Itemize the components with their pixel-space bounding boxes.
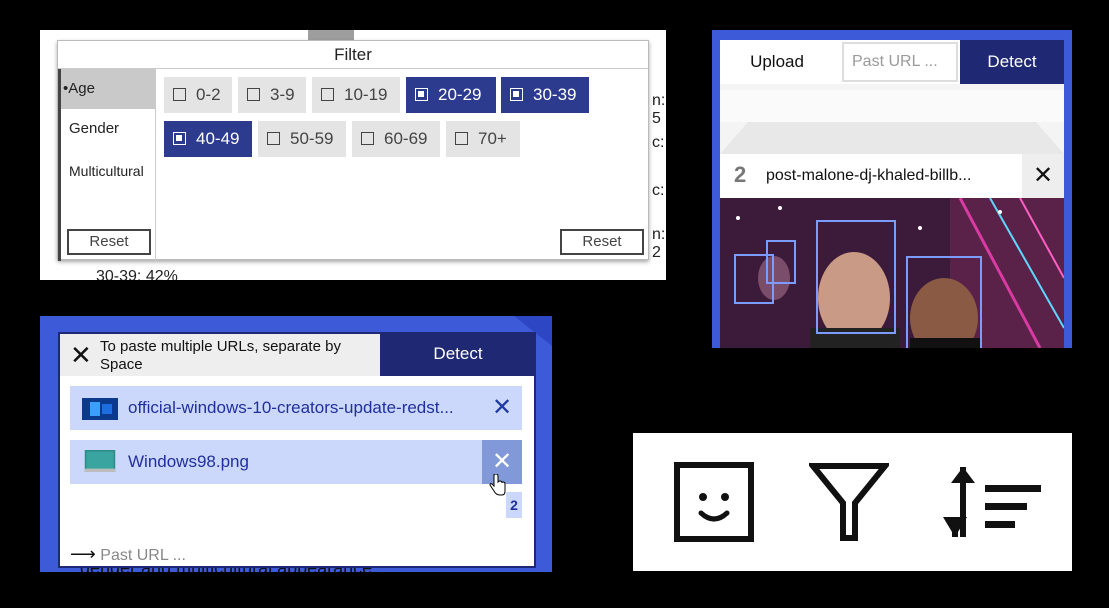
file-name: post-malone-dj-khaled-billb... bbox=[766, 167, 972, 184]
list-item: official-windows-10-creators-update-reds… bbox=[70, 386, 522, 430]
paste-url-card: ✕ To paste multiple URLs, separate by Sp… bbox=[58, 332, 536, 568]
filter-title: Filter bbox=[58, 41, 648, 69]
filter-sidebar: •Age Gender Multicultural Reset bbox=[58, 69, 156, 261]
checkbox-icon bbox=[321, 88, 334, 101]
paste-header: ✕ To paste multiple URLs, separate by Sp… bbox=[60, 334, 380, 376]
age-option-60-69[interactable]: 60-69 bbox=[352, 121, 440, 157]
filter-tab-handle[interactable] bbox=[308, 30, 354, 40]
background-text: n: 2 bbox=[652, 226, 666, 261]
paste-hint: To paste multiple URLs, separate by Spac… bbox=[100, 338, 341, 373]
tray-shape bbox=[720, 122, 1064, 154]
checkbox-icon bbox=[247, 88, 260, 101]
checkbox-checked-icon bbox=[415, 88, 428, 101]
paste-placeholder: Past URL ... bbox=[100, 547, 186, 564]
close-icon[interactable]: ✕ bbox=[1022, 154, 1064, 198]
checkbox-icon bbox=[361, 132, 374, 145]
upload-toolbar: Upload Past URL ... Detect bbox=[720, 40, 1064, 84]
sort-icon[interactable] bbox=[939, 461, 1043, 543]
upload-button[interactable]: Upload bbox=[720, 40, 834, 84]
face-icon[interactable] bbox=[673, 461, 755, 543]
detect-button[interactable]: Detect bbox=[380, 334, 536, 376]
windows98-thumbnail-icon bbox=[84, 450, 116, 472]
arrow-right-icon: ⟶ bbox=[70, 544, 96, 564]
age-option-50-59[interactable]: 50-59 bbox=[258, 121, 346, 157]
checkbox-checked-icon bbox=[173, 132, 186, 145]
upload-panel-screenshot: Upload Past URL ... Detect 2 post-malone… bbox=[712, 30, 1072, 348]
filter-dialog: Filter •Age Gender Multicultural Reset 0… bbox=[57, 40, 649, 261]
paste-panel-screenshot: gender and multicultural appearance ✕ To… bbox=[40, 316, 552, 572]
file-name: official-windows-10-creators-update-reds… bbox=[128, 398, 454, 417]
filter-icon[interactable] bbox=[809, 461, 889, 543]
face-box[interactable] bbox=[766, 240, 796, 284]
age-option-0-2[interactable]: 0-2 bbox=[164, 77, 232, 113]
icons-panel bbox=[633, 433, 1072, 571]
hand-cursor-icon bbox=[489, 474, 506, 496]
checkbox-icon bbox=[267, 132, 280, 145]
remove-icon[interactable]: ✕ bbox=[482, 386, 522, 430]
background-text: c: bbox=[652, 134, 665, 151]
file-header: 2 post-malone-dj-khaled-billb... ✕ bbox=[720, 154, 1064, 198]
age-option-40-49[interactable]: 40-49 bbox=[164, 121, 252, 157]
paste-url-input[interactable]: ⟶ Past URL ... bbox=[70, 544, 186, 565]
sidebar-item-multicultural[interactable]: Multicultural bbox=[61, 153, 156, 189]
age-option-20-29[interactable]: 20-29 bbox=[406, 77, 496, 113]
detection-photo bbox=[720, 198, 1064, 348]
close-icon[interactable]: ✕ bbox=[70, 340, 92, 371]
sidebar-item-gender[interactable]: Gender bbox=[61, 111, 156, 147]
age-option-3-9[interactable]: 3-9 bbox=[238, 77, 306, 113]
windows10-thumbnail-icon bbox=[82, 398, 118, 420]
detect-button[interactable]: Detect bbox=[960, 40, 1064, 84]
reset-button-left[interactable]: Reset bbox=[67, 229, 151, 255]
age-option-70-plus[interactable]: 70+ bbox=[446, 121, 520, 157]
reset-button-right[interactable]: Reset bbox=[560, 229, 644, 255]
file-name: Windows98.png bbox=[128, 452, 249, 471]
face-box[interactable] bbox=[816, 220, 896, 334]
face-box[interactable] bbox=[906, 256, 982, 348]
list-item: Windows98.png ✕ bbox=[70, 440, 522, 484]
sidebar-item-age[interactable]: •Age bbox=[61, 69, 156, 109]
url-input[interactable]: Past URL ... bbox=[842, 42, 958, 82]
background-stat-text: 30-39: 42% bbox=[96, 268, 178, 280]
filter-panel-screenshot: 30-39: 42% n: 5 c: c: n: 2 Filter •Age G… bbox=[40, 30, 666, 280]
age-option-10-19[interactable]: 10-19 bbox=[312, 77, 400, 113]
background-text: n: 5 bbox=[652, 92, 666, 127]
checkbox-checked-icon bbox=[510, 88, 523, 101]
divider bbox=[720, 90, 1064, 122]
checkbox-icon bbox=[173, 88, 186, 101]
file-number: 2 bbox=[734, 162, 747, 187]
background-text: c: bbox=[652, 182, 665, 199]
count-badge: 2 bbox=[506, 492, 522, 518]
checkbox-icon bbox=[455, 132, 468, 145]
age-option-30-39[interactable]: 30-39 bbox=[501, 77, 589, 113]
